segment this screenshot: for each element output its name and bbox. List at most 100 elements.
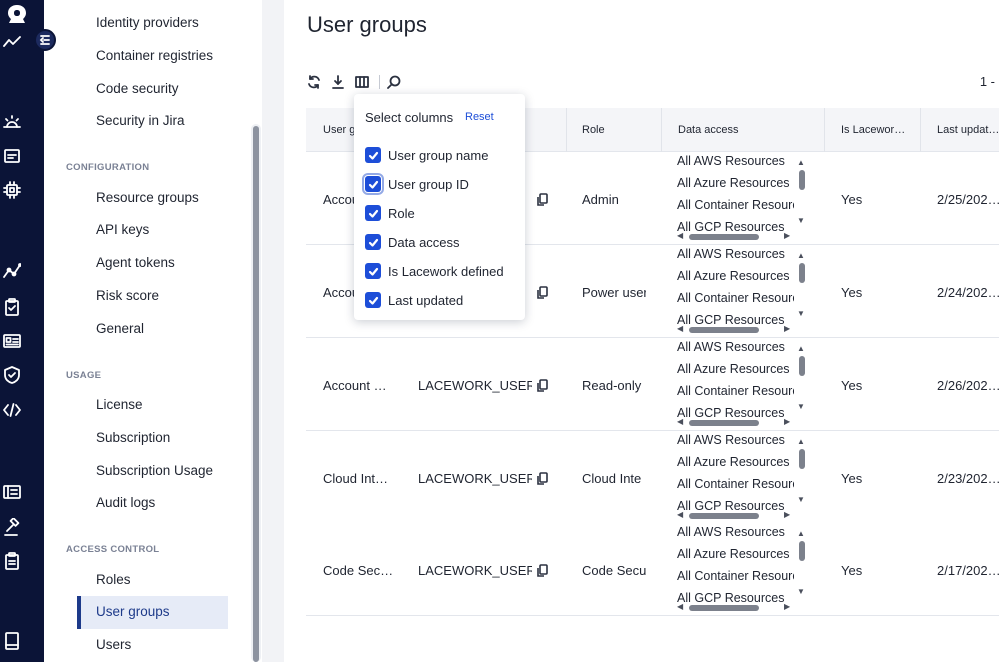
- graph-icon[interactable]: [3, 262, 21, 280]
- horizontal-scrollbar-thumb[interactable]: [689, 327, 759, 333]
- collapse-sidebar-button[interactable]: [34, 29, 56, 51]
- reports-icon[interactable]: [3, 483, 21, 501]
- gavel-icon[interactable]: [3, 518, 21, 536]
- activity-icon[interactable]: [3, 33, 21, 51]
- scroll-down-arrow-icon[interactable]: ▼: [797, 216, 805, 225]
- sidebar-item-license[interactable]: License: [96, 397, 143, 412]
- column-separator[interactable]: [661, 108, 662, 152]
- copy-icon[interactable]: [537, 472, 548, 485]
- column-option[interactable]: Role: [365, 204, 415, 222]
- column-option[interactable]: Is Lacework defined: [365, 262, 504, 280]
- cell-data-access[interactable]: All AWS Resources All Azure Resources All …: [655, 431, 805, 523]
- scroll-right-arrow-icon[interactable]: ▶: [784, 324, 790, 333]
- header-user-group-name[interactable]: User g: [323, 124, 355, 136]
- compliance-icon[interactable]: [3, 298, 21, 316]
- sidebar-item-identity-providers[interactable]: Identity providers: [96, 15, 199, 30]
- column-checkbox[interactable]: [365, 147, 381, 163]
- copy-icon[interactable]: [537, 564, 548, 577]
- scroll-right-arrow-icon[interactable]: ▶: [784, 602, 790, 611]
- table-row[interactable]: Code Sec… LACEWORK_USER… Code Secu All AWS …: [306, 523, 999, 616]
- download-button[interactable]: [330, 74, 346, 90]
- column-checkbox[interactable]: [365, 205, 381, 221]
- cell-user-group-name[interactable]: Account …: [323, 378, 393, 393]
- reset-link[interactable]: Reset: [465, 111, 494, 123]
- sidebar-item-users[interactable]: Users: [96, 637, 131, 652]
- sidebar-scrollbar-thumb[interactable]: [253, 126, 259, 662]
- scroll-up-arrow-icon[interactable]: ▲: [797, 344, 805, 353]
- id-card-icon[interactable]: [3, 332, 21, 350]
- search-button[interactable]: [386, 74, 402, 90]
- sidebar-item-user-groups[interactable]: User groups: [96, 604, 170, 619]
- scroll-down-arrow-icon[interactable]: ▼: [797, 309, 805, 318]
- horizontal-scrollbar-thumb[interactable]: [689, 513, 759, 519]
- header-role[interactable]: Role: [582, 124, 605, 136]
- scroll-left-arrow-icon[interactable]: ◀: [677, 324, 683, 333]
- cell-data-access[interactable]: All AWS Resources All Azure Resources All …: [655, 523, 805, 615]
- header-last-updated[interactable]: Last updat…: [937, 124, 999, 136]
- code-icon[interactable]: [3, 401, 21, 419]
- scroll-left-arrow-icon[interactable]: ◀: [677, 417, 683, 426]
- refresh-button[interactable]: [306, 74, 322, 90]
- column-separator[interactable]: [566, 108, 567, 152]
- vertical-scrollbar-thumb[interactable]: [799, 263, 805, 283]
- cell-user-group-name[interactable]: Cloud Int…: [323, 471, 393, 486]
- column-separator[interactable]: [920, 108, 921, 152]
- cell-data-access[interactable]: All AWS Resources All Azure Resources All …: [655, 152, 805, 244]
- alerts-icon[interactable]: [3, 113, 21, 131]
- sidebar-item-code-security[interactable]: Code security: [96, 81, 179, 96]
- scroll-up-arrow-icon[interactable]: ▲: [797, 158, 805, 167]
- header-is-lacework-defined[interactable]: Is Lacewor…: [841, 124, 905, 136]
- columns-button[interactable]: [354, 74, 370, 90]
- column-checkbox[interactable]: [365, 234, 381, 250]
- table-row[interactable]: Cloud Int… LACEWORK_USER… Cloud Inte All AW…: [306, 431, 999, 524]
- scroll-up-arrow-icon[interactable]: ▲: [797, 437, 805, 446]
- scroll-left-arrow-icon[interactable]: ◀: [677, 510, 683, 519]
- column-option[interactable]: User group ID: [362, 173, 469, 195]
- scroll-down-arrow-icon[interactable]: ▼: [797, 495, 805, 504]
- cell-data-access[interactable]: All AWS Resources All Azure Resources All …: [655, 338, 805, 430]
- horizontal-scrollbar-thumb[interactable]: [689, 234, 759, 240]
- vertical-scrollbar-thumb[interactable]: [799, 449, 805, 469]
- scroll-up-arrow-icon[interactable]: ▲: [797, 529, 805, 538]
- column-option[interactable]: Data access: [365, 233, 460, 251]
- scroll-down-arrow-icon[interactable]: ▼: [797, 402, 805, 411]
- scroll-down-arrow-icon[interactable]: ▼: [797, 587, 805, 596]
- column-checkbox[interactable]: [365, 292, 381, 308]
- column-option[interactable]: Last updated: [365, 291, 463, 309]
- dashboard-icon[interactable]: [3, 147, 21, 165]
- scroll-up-arrow-icon[interactable]: ▲: [797, 251, 805, 260]
- scroll-left-arrow-icon[interactable]: ◀: [677, 602, 683, 611]
- shield-icon[interactable]: [3, 366, 21, 384]
- sidebar-item-subscription-usage[interactable]: Subscription Usage: [96, 463, 213, 478]
- vertical-scrollbar-thumb[interactable]: [799, 356, 805, 376]
- copy-icon[interactable]: [537, 193, 548, 206]
- book-icon[interactable]: [3, 632, 21, 650]
- header-data-access[interactable]: Data access: [678, 124, 739, 136]
- sidebar-item-roles[interactable]: Roles: [96, 572, 131, 587]
- vertical-scrollbar-thumb[interactable]: [799, 541, 805, 561]
- column-separator[interactable]: [824, 108, 825, 152]
- clipboard-icon[interactable]: [3, 552, 21, 570]
- logo-icon[interactable]: [4, 4, 30, 24]
- sidebar-item-risk-score[interactable]: Risk score: [96, 288, 159, 303]
- sidebar-item-resource-groups[interactable]: Resource groups: [96, 190, 199, 205]
- horizontal-scrollbar-thumb[interactable]: [689, 605, 759, 611]
- table-row[interactable]: Account … LACEWORK_USER… Read-only All AWS …: [306, 338, 999, 431]
- scroll-right-arrow-icon[interactable]: ▶: [784, 231, 790, 240]
- sidebar-item-api-keys[interactable]: API keys: [96, 222, 149, 237]
- sidebar-item-audit-logs[interactable]: Audit logs: [96, 495, 155, 510]
- vertical-scrollbar-thumb[interactable]: [799, 170, 805, 190]
- column-checkbox[interactable]: [362, 173, 384, 195]
- scroll-left-arrow-icon[interactable]: ◀: [677, 231, 683, 240]
- copy-icon[interactable]: [537, 379, 548, 392]
- sidebar-item-container-registries[interactable]: Container registries: [96, 48, 213, 63]
- sidebar-item-general[interactable]: General: [96, 321, 144, 336]
- sidebar-item-security-in-jira[interactable]: Security in Jira: [96, 113, 185, 128]
- column-checkbox[interactable]: [365, 263, 381, 279]
- column-option[interactable]: User group name: [365, 146, 488, 164]
- horizontal-scrollbar-thumb[interactable]: [689, 420, 759, 426]
- cell-data-access[interactable]: All AWS Resources All Azure Resources All …: [655, 245, 805, 337]
- chip-icon[interactable]: [3, 181, 21, 199]
- sidebar-item-agent-tokens[interactable]: Agent tokens: [96, 255, 175, 270]
- sidebar-item-subscription[interactable]: Subscription: [96, 430, 170, 445]
